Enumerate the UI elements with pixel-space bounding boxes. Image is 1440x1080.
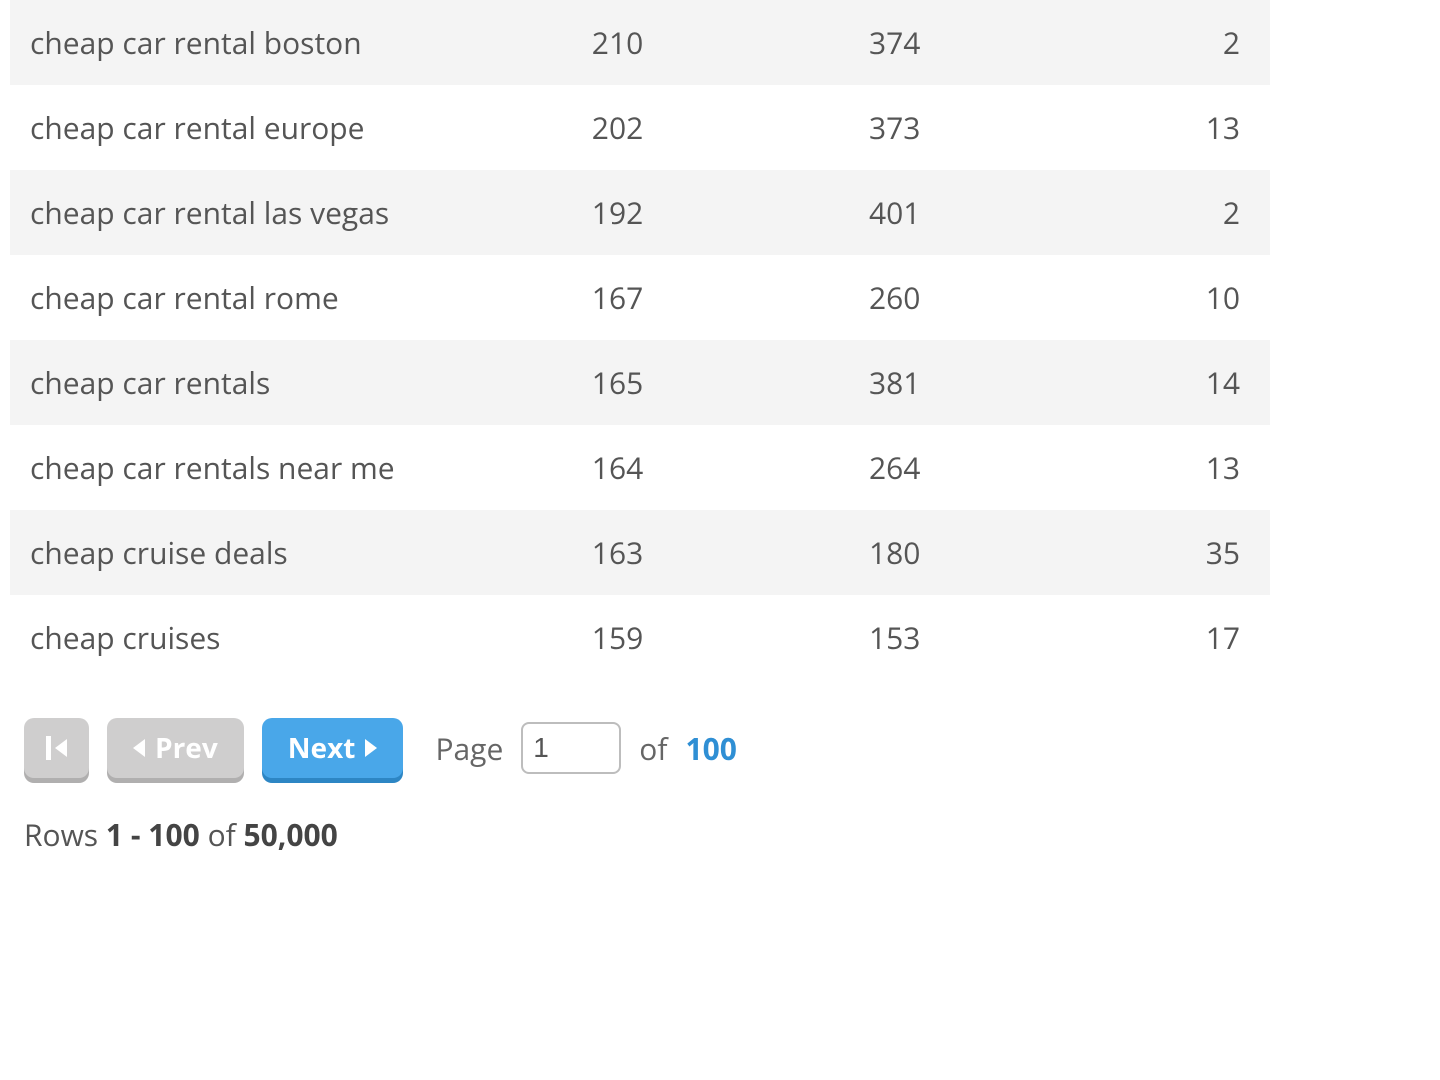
first-page-icon [46, 736, 51, 760]
page-label: Page [435, 728, 503, 769]
cell-col2: 192 [552, 170, 829, 255]
cell-col4: 10 [1106, 255, 1270, 340]
cell-term: cheap car rental europe [10, 85, 552, 170]
cell-col2: 163 [552, 510, 829, 595]
table-row[interactable]: cheap car rental las vegas1924012 [10, 170, 1270, 255]
page-number-input[interactable] [521, 722, 621, 774]
cell-col2: 165 [552, 340, 829, 425]
cell-col2: 202 [552, 85, 829, 170]
table-row[interactable]: cheap car rentals16538114 [10, 340, 1270, 425]
cell-col3: 180 [829, 510, 1106, 595]
cell-col4: 14 [1106, 340, 1270, 425]
cell-col2: 167 [552, 255, 829, 340]
cell-col2: 164 [552, 425, 829, 510]
of-label: of [639, 728, 667, 769]
table-row[interactable]: cheap car rentals near me16426413 [10, 425, 1270, 510]
next-label: Next [288, 729, 356, 767]
rows-summary: Rows 1 - 100 of 50,000 [10, 814, 1270, 855]
caret-left-icon [55, 739, 67, 757]
rows-prefix: Rows [24, 814, 98, 855]
table-row[interactable]: cheap car rental europe20237313 [10, 85, 1270, 170]
cell-col3: 401 [829, 170, 1106, 255]
rows-total: 50,000 [244, 814, 338, 855]
next-page-button[interactable]: Next [262, 718, 404, 778]
table-row[interactable]: cheap car rental rome16726010 [10, 255, 1270, 340]
cell-term: cheap car rental rome [10, 255, 552, 340]
rows-of: of [208, 814, 236, 855]
prev-page-button[interactable]: Prev [107, 718, 244, 778]
cell-col3: 264 [829, 425, 1106, 510]
cell-col4: 13 [1106, 85, 1270, 170]
cell-term: cheap cruise deals [10, 510, 552, 595]
cell-col3: 260 [829, 255, 1106, 340]
cell-col2: 210 [552, 0, 829, 85]
cell-col4: 2 [1106, 170, 1270, 255]
caret-left-icon [133, 739, 145, 757]
cell-term: cheap cruises [10, 595, 552, 680]
pagination-bar: Prev Next Page of 100 [10, 718, 1270, 778]
cell-col4: 13 [1106, 425, 1270, 510]
table-row[interactable]: cheap cruise deals16318035 [10, 510, 1270, 595]
rows-range: 1 - 100 [106, 814, 200, 855]
total-pages[interactable]: 100 [685, 728, 736, 769]
content-wrap: cheap car rental boston2103742cheap car … [0, 0, 1280, 885]
first-page-button[interactable] [24, 718, 89, 778]
cell-col4: 2 [1106, 0, 1270, 85]
cell-col2: 159 [552, 595, 829, 680]
cell-col3: 381 [829, 340, 1106, 425]
cell-term: cheap car rentals near me [10, 425, 552, 510]
cell-term: cheap car rental boston [10, 0, 552, 85]
cell-term: cheap car rentals [10, 340, 552, 425]
table-row[interactable]: cheap cruises15915317 [10, 595, 1270, 680]
cell-term: cheap car rental las vegas [10, 170, 552, 255]
cell-col4: 35 [1106, 510, 1270, 595]
cell-col4: 17 [1106, 595, 1270, 680]
caret-right-icon [365, 739, 377, 757]
cell-col3: 374 [829, 0, 1106, 85]
prev-label: Prev [155, 729, 218, 767]
cell-col3: 153 [829, 595, 1106, 680]
results-table: cheap car rental boston2103742cheap car … [10, 0, 1270, 680]
table-row[interactable]: cheap car rental boston2103742 [10, 0, 1270, 85]
cell-col3: 373 [829, 85, 1106, 170]
